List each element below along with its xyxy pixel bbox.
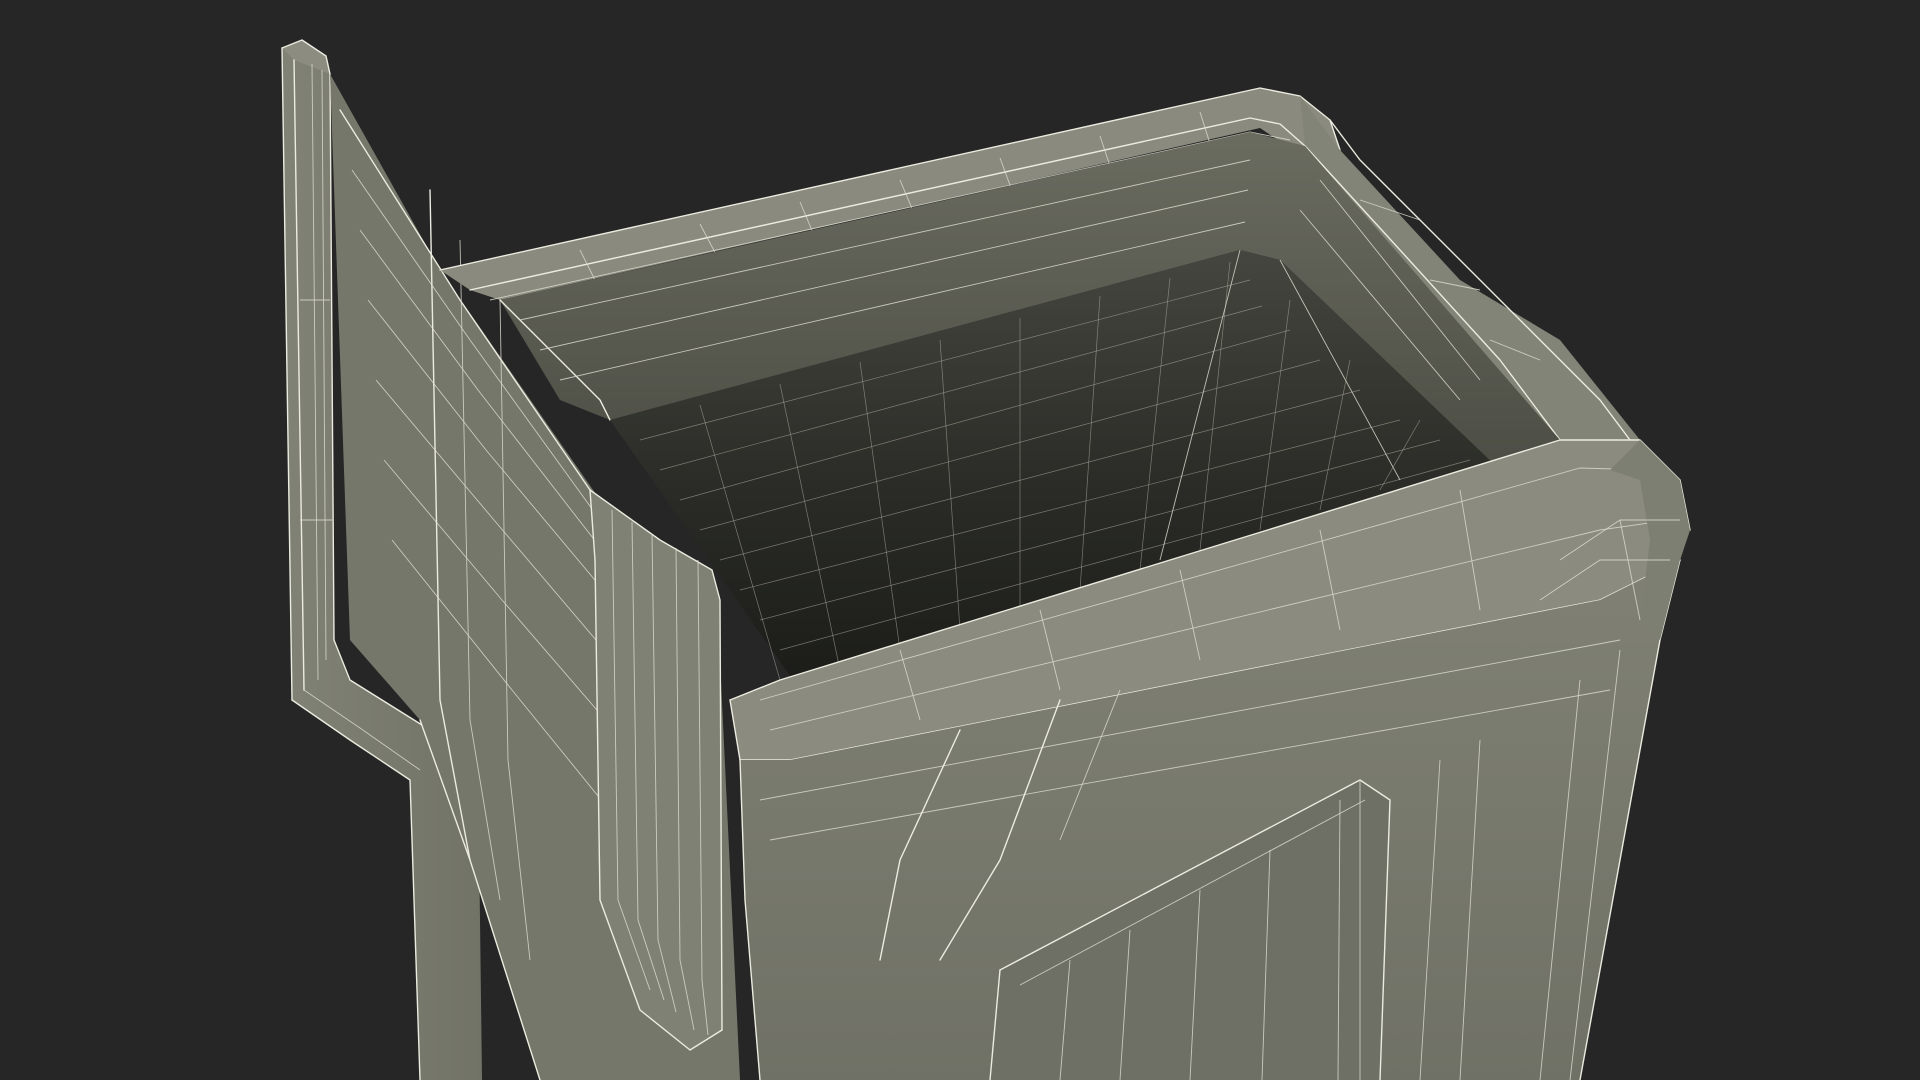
- render-viewport: [0, 0, 1920, 1080]
- wireframe-render: [281, 39, 1691, 1080]
